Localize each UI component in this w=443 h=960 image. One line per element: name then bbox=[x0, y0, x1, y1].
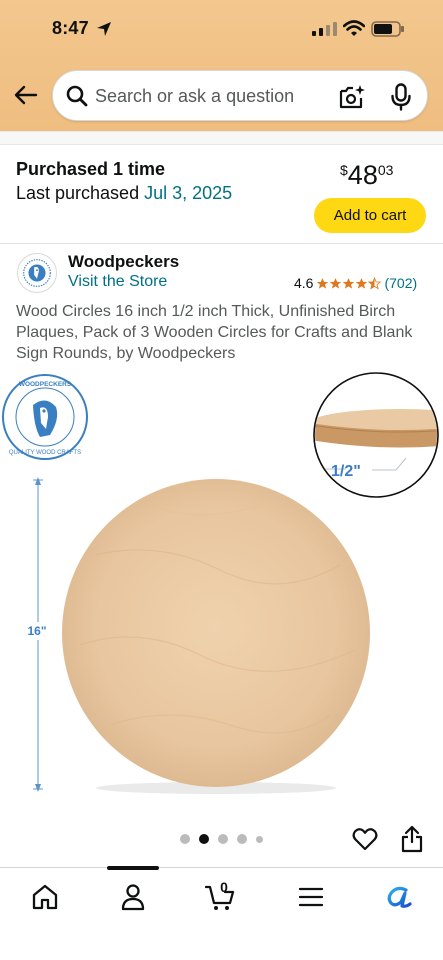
section-divider bbox=[0, 131, 443, 145]
star-full-icon bbox=[356, 277, 368, 289]
star-full-icon bbox=[330, 277, 342, 289]
home-icon[interactable] bbox=[30, 882, 60, 912]
price: $4803 bbox=[340, 160, 393, 191]
review-count: (702) bbox=[384, 275, 418, 291]
star-rating bbox=[316, 276, 382, 290]
search-bar[interactable] bbox=[52, 70, 428, 121]
purchase-count-text: Purchased 1 time bbox=[16, 159, 166, 179]
back-arrow-icon[interactable] bbox=[13, 82, 39, 108]
diameter-label: 16" bbox=[27, 624, 46, 638]
star-full-icon bbox=[317, 277, 329, 289]
app-header: 8:47 bbox=[0, 0, 443, 131]
carousel-dot[interactable] bbox=[180, 834, 190, 844]
wifi-icon bbox=[343, 20, 365, 36]
star-half-icon bbox=[368, 276, 382, 290]
thickness-detail-inset: 1/2" bbox=[313, 372, 439, 498]
heart-icon[interactable] bbox=[352, 827, 378, 851]
carousel-dot[interactable] bbox=[218, 834, 228, 844]
visit-store-link[interactable]: Visit the Store bbox=[68, 273, 167, 291]
search-input[interactable] bbox=[95, 82, 325, 110]
add-to-cart-button[interactable]: Add to cart bbox=[314, 198, 426, 233]
rating-value: 4.6 bbox=[294, 275, 314, 291]
price-fraction: 03 bbox=[377, 162, 394, 178]
carousel-dot[interactable] bbox=[237, 834, 247, 844]
diameter-dimension-line: 16" bbox=[26, 477, 50, 792]
battery-icon bbox=[371, 21, 404, 37]
carousel-dot[interactable] bbox=[256, 835, 263, 843]
last-purchased-text: Last purchased Jul 3, 2025 bbox=[16, 183, 232, 204]
carousel-dot-active[interactable] bbox=[199, 834, 209, 844]
brand-name: Woodpeckers bbox=[68, 252, 180, 271]
divider bbox=[0, 243, 443, 244]
status-time: 8:47 bbox=[52, 18, 89, 38]
last-purchased-label: Last purchased bbox=[16, 183, 145, 203]
bottom-navigation: 0 bbox=[0, 866, 443, 960]
last-purchased-date-link[interactable]: Jul 3, 2025 bbox=[144, 183, 232, 203]
price-currency: $ bbox=[340, 162, 348, 178]
rating-summary[interactable]: 4.6 (702) bbox=[294, 275, 417, 291]
quality-seal-logo: WOODPECKERS QUALITY WOOD CRAFTS bbox=[2, 374, 88, 460]
price-whole: 48 bbox=[347, 160, 378, 190]
status-bar: 8:47 bbox=[0, 0, 443, 60]
wood-circle bbox=[62, 479, 370, 794]
camera-search-icon[interactable] bbox=[338, 83, 366, 111]
svg-text:QUALITY WOOD CRAFTS: QUALITY WOOD CRAFTS bbox=[9, 450, 81, 456]
svg-text:WOODPECKERS: WOODPECKERS bbox=[19, 381, 72, 388]
thickness-label: 1/2" bbox=[331, 463, 361, 480]
active-tab-indicator bbox=[107, 866, 159, 870]
search-icon bbox=[66, 85, 88, 107]
location-arrow-icon bbox=[97, 22, 111, 36]
brand-logo[interactable] bbox=[17, 253, 57, 293]
product-title: Wood Circles 16 inch 1/2 inch Thick, Unf… bbox=[16, 303, 413, 362]
rufus-icon[interactable] bbox=[384, 882, 414, 912]
share-icon[interactable] bbox=[401, 825, 423, 853]
cellular-signal-icon bbox=[312, 22, 337, 36]
product-image[interactable]: WOODPECKERS QUALITY WOOD CRAFTS 1/2" 16" bbox=[0, 365, 443, 825]
star-full-icon bbox=[343, 277, 355, 289]
carousel-indicator[interactable] bbox=[180, 834, 263, 844]
cart-count-badge: 0 bbox=[220, 879, 228, 895]
account-icon[interactable] bbox=[118, 882, 148, 912]
microphone-icon[interactable] bbox=[390, 83, 412, 111]
menu-icon[interactable] bbox=[296, 882, 326, 912]
